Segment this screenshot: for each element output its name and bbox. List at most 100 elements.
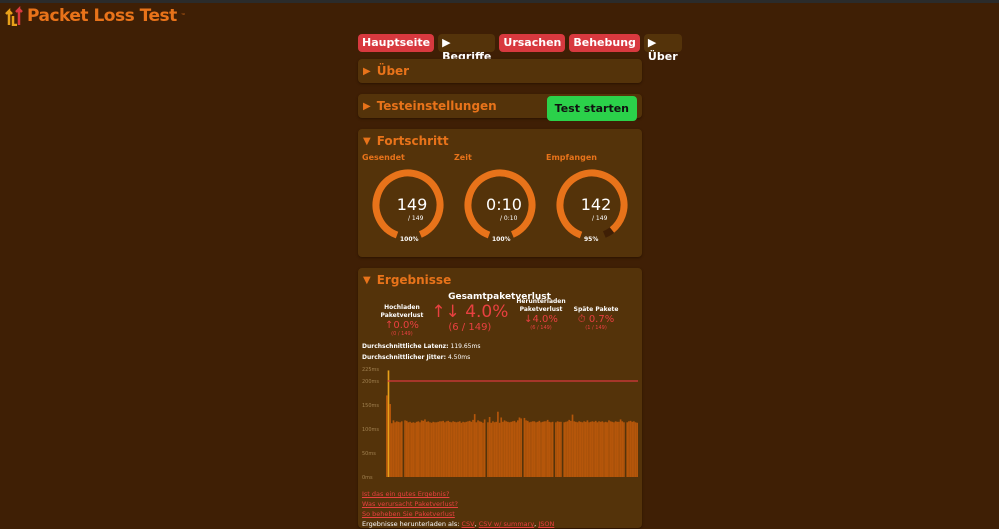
- latency-bar: [468, 420, 471, 477]
- latency-bar: [417, 421, 420, 477]
- latency-bar: [586, 420, 589, 477]
- latency-bar: [434, 422, 436, 477]
- y-tick-label: 0ms: [362, 475, 373, 481]
- latency-bar: [427, 421, 430, 477]
- latency-bar: [415, 421, 418, 477]
- latency-bar: [452, 421, 454, 477]
- latency-bar: [616, 421, 619, 477]
- latency-bar: [575, 421, 577, 477]
- latency-bar: [462, 421, 464, 477]
- gauge-percent: 95%: [584, 236, 599, 243]
- results-section: ▼ Ergebnisse Gesamtpaketverlust Hochladen…: [358, 268, 642, 528]
- latency-bar: [447, 420, 449, 477]
- latency-bar: [526, 420, 529, 477]
- nav-3[interactable]: Behebung: [569, 34, 640, 52]
- nav-0[interactable]: Hauptseite: [358, 34, 435, 52]
- latency-bar: [565, 421, 567, 477]
- latency-bar: [488, 417, 491, 477]
- latency-bar: [588, 422, 590, 477]
- latency-bar: [594, 420, 597, 477]
- latency-bar: [470, 421, 473, 477]
- app-title: Packet Loss Test: [27, 6, 177, 26]
- latency-bar: [626, 422, 629, 477]
- about-section[interactable]: ▶ Über: [358, 59, 642, 83]
- help-link[interactable]: So beheben Sie Paketverlust: [362, 510, 455, 518]
- latency-bar: [442, 420, 445, 477]
- latency-bar: [399, 422, 401, 477]
- latency-bar: [432, 421, 435, 477]
- latency-bar: [480, 421, 483, 477]
- download-2-link[interactable]: JSON: [538, 520, 554, 528]
- latency-bar: [510, 421, 512, 477]
- latency-bar: [430, 422, 433, 477]
- latency-bar: [560, 421, 562, 477]
- latency-bar: [614, 421, 617, 477]
- latency-bar: [414, 422, 416, 477]
- latency-bar: [424, 419, 426, 477]
- total-loss-title: Gesamtpaketverlust: [448, 292, 551, 302]
- latency-bar: [633, 421, 635, 477]
- y-tick-label: 225ms: [362, 367, 379, 373]
- gauge-zeit: Zeit 0:10/ 0:10 100%: [454, 153, 546, 249]
- latency-bar: [400, 421, 403, 477]
- download-loss: Herunterladen Paketverlust ↓4.0% (6 / 149): [516, 298, 566, 331]
- main-nav: Hauptseite ▶ Begriffe Ursachen Behebung ▶ Üb…: [358, 34, 682, 63]
- start-test-button[interactable]: Test starten: [546, 96, 637, 121]
- gauge-total: / 0:10: [500, 215, 518, 222]
- settings-section[interactable]: ▶ Testeinstellungen Test starten: [358, 94, 642, 121]
- latency-bar: [465, 421, 468, 477]
- latency-bar: [458, 421, 461, 477]
- download-1-link[interactable]: CSV w/ summary: [479, 520, 534, 528]
- latency-bar: [445, 421, 448, 477]
- latency-bar: [437, 421, 440, 477]
- y-tick-label: 50ms: [362, 451, 376, 457]
- latency-bar: [535, 422, 537, 477]
- nav-1[interactable]: ▶ Begriffe: [438, 34, 496, 63]
- latency-label: Durchschnittliche Latenz:: [362, 343, 449, 350]
- latency-bar: [631, 421, 634, 477]
- upload-loss: Hochladen Paketverlust ↑0.0% (0 / 149): [380, 304, 424, 337]
- latency-bar: [460, 422, 463, 477]
- gauge-percent: 100%: [400, 236, 419, 243]
- total-loss: ↑↓ 4.0% (6 / 149): [431, 302, 509, 333]
- latency-bar: [439, 421, 441, 477]
- latency-bar: [533, 421, 536, 477]
- app-logo[interactable]: Packet Loss Test ™: [5, 6, 186, 26]
- help-link[interactable]: Was verursacht Paketverlust?: [362, 500, 458, 508]
- download-0-link[interactable]: CSV: [461, 520, 474, 528]
- nav-2[interactable]: Ursachen: [499, 34, 566, 52]
- latency-bar: [636, 422, 638, 477]
- latency-bar: [546, 419, 549, 477]
- latency-bar: [455, 422, 458, 477]
- latency-bar: [578, 421, 580, 477]
- latency-bar: [503, 420, 506, 477]
- expand-arrow-icon: ▶: [363, 100, 371, 112]
- help-link[interactable]: Ist das ein gutes Ergebnis?: [362, 490, 449, 498]
- download-label: Ergebnisse herunterladen als:: [362, 520, 460, 528]
- gauge-empfangen: Empfangen 142/ 149 95%: [546, 153, 638, 249]
- latency-chart: 0ms 50ms 100ms 150ms 200ms 225ms: [362, 367, 638, 481]
- latency-bar: [571, 414, 574, 477]
- latency-bar: [513, 420, 516, 477]
- latency-bar: [618, 421, 620, 477]
- latency-bar: [390, 423, 393, 477]
- latency-bar: [407, 422, 410, 477]
- expand-arrow-icon: ▶: [363, 65, 371, 77]
- section-title: Über: [376, 64, 410, 78]
- latency-bar: [611, 421, 614, 477]
- latency-bar: [584, 421, 587, 477]
- latency-bar: [541, 421, 544, 477]
- latency-bar: [472, 419, 474, 477]
- nav-4[interactable]: ▶ Über: [643, 34, 682, 63]
- collapse-arrow-icon[interactable]: ▼: [363, 136, 371, 147]
- latency-bar: [619, 419, 622, 477]
- gauge-label: Zeit: [454, 153, 472, 162]
- latency-bar: [515, 422, 517, 477]
- latency-bar: [487, 422, 489, 477]
- latency-bar: [606, 422, 609, 477]
- latency-bar: [425, 421, 428, 477]
- latency-bar: [531, 421, 534, 477]
- jitter-label: Durchschnittlicher Jitter:: [362, 354, 447, 361]
- collapse-arrow-icon[interactable]: ▼: [363, 275, 371, 286]
- latency-bar: [389, 404, 391, 477]
